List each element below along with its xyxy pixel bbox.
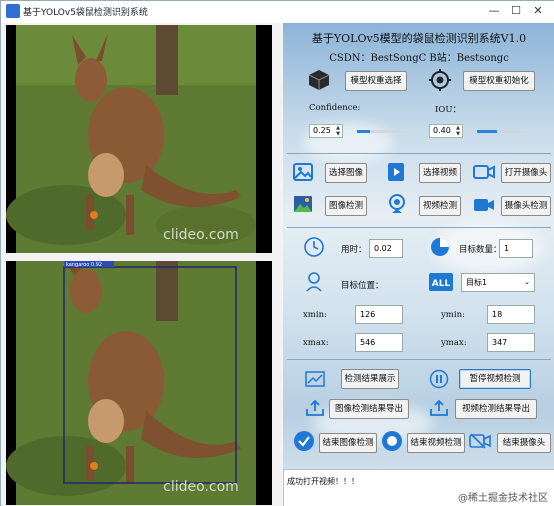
end-image-button[interactable]: 结束图像检测	[319, 433, 377, 453]
camera-detect-button[interactable]: 摄像头检测	[501, 196, 551, 216]
ymax-field[interactable]: 347	[487, 333, 535, 352]
confidence-label: Confidence:	[309, 103, 361, 113]
target-select[interactable]: 目标1 ⌄	[461, 273, 535, 292]
control-panel: 基于YOLOv5模型的袋鼠检测识别系统V1.0 CSDN：BestSongC B…	[283, 23, 554, 506]
pause-video-button[interactable]: 暂停视频检测	[459, 369, 531, 389]
position-label: 目标位置：	[341, 281, 384, 291]
window-title: 基于YOLOv5袋鼠检测识别系统	[23, 8, 148, 18]
system-title: 基于YOLOv5模型的袋鼠检测识别系统V1.0	[311, 32, 527, 45]
model-select-button[interactable]: 模型权重选择	[345, 71, 407, 91]
minimize-button[interactable]: —	[485, 4, 503, 18]
iou-slider-fill	[477, 130, 497, 133]
confidence-spinbox[interactable]: 0.25 ▲ ▼	[309, 124, 343, 138]
model-init-button[interactable]: 模型权重初始化	[463, 71, 535, 91]
kangaroo-detected-photo: kangaroo 0.92 clideo.com	[6, 261, 272, 505]
author-info: CSDN：BestSongC B站：Bestsongc	[329, 53, 509, 64]
pie-chart-icon	[431, 238, 449, 256]
webcam-icon	[389, 194, 405, 213]
confidence-slider[interactable]	[357, 130, 407, 133]
ymax-label: ymax:	[441, 338, 467, 348]
xmin-label: xmin:	[303, 310, 327, 320]
stop-circle-icon	[382, 431, 402, 451]
detection-tag: kangaroo 0.92	[66, 262, 102, 268]
image-detect-button[interactable]: 图像检测	[325, 196, 367, 216]
upload-icon	[306, 399, 324, 416]
status-message: 成功打开视频！！！	[287, 477, 359, 486]
image-panel: clideo.com kangaroo 0.92 clideo.com	[1, 23, 283, 506]
video-detect-button[interactable]: 视频检测	[419, 196, 461, 216]
select-video-button[interactable]: 选择视频	[419, 163, 461, 183]
site-watermark: @稀土掘金技术社区	[458, 493, 548, 504]
confidence-slider-fill	[357, 130, 370, 133]
line-chart-icon	[305, 371, 325, 387]
video-file-icon	[388, 163, 404, 181]
chevron-down-icon: ⌄	[524, 278, 530, 286]
xmax-label: xmax:	[303, 338, 329, 348]
export-video-button[interactable]: 视频检测结果导出	[455, 399, 537, 419]
image-icon	[293, 163, 313, 181]
camera-icon	[473, 165, 495, 179]
title-bar: 基于YOLOv5袋鼠检测识别系统 — ☐ ✕	[1, 1, 554, 23]
check-circle-icon	[294, 431, 314, 451]
divider	[287, 153, 551, 154]
count-label: 目标数量：	[459, 245, 502, 255]
end-video-button[interactable]: 结束视频检测	[407, 433, 465, 453]
end-camera-button[interactable]: 结束摄像头	[497, 433, 551, 453]
upload-icon	[430, 399, 448, 416]
iou-slider[interactable]	[477, 130, 527, 133]
show-results-button[interactable]: 检测结果展示	[341, 369, 399, 389]
iou-spinbox[interactable]: 0.40 ▲ ▼	[429, 124, 463, 138]
xmax-field[interactable]: 546	[355, 333, 403, 352]
maximize-button[interactable]: ☐	[507, 4, 525, 18]
landscape-icon	[294, 196, 312, 212]
cube-icon	[308, 70, 330, 90]
open-camera-button[interactable]: 打开摄像头	[501, 163, 551, 183]
watermark-text: clideo.com	[163, 227, 239, 243]
kangaroo-photo: clideo.com	[6, 25, 272, 253]
ymin-label: ymin:	[441, 310, 465, 320]
time-label: 用时：	[341, 245, 367, 255]
detected-image: kangaroo 0.92 clideo.com	[6, 261, 272, 505]
divider	[287, 227, 551, 228]
video-camera-icon	[474, 199, 494, 211]
select-image-button[interactable]: 选择图像	[325, 163, 367, 183]
app-window: 基于YOLOv5袋鼠检测识别系统 — ☐ ✕ clideo.com kangar…	[0, 0, 554, 506]
export-image-button[interactable]: 图像检测结果导出	[329, 399, 409, 419]
count-field[interactable]: 1	[499, 239, 533, 258]
iou-label: IOU：	[435, 105, 461, 115]
divider	[287, 359, 551, 360]
location-pin-icon	[306, 272, 322, 292]
xmin-field[interactable]: 126	[355, 305, 403, 324]
watermark-text: clideo.com	[163, 479, 239, 495]
clock-icon	[304, 237, 324, 257]
all-icon: ALL	[429, 273, 453, 291]
original-image: clideo.com	[6, 25, 272, 253]
svg-text:ALL: ALL	[432, 279, 451, 289]
app-icon	[6, 4, 20, 18]
close-button[interactable]: ✕	[529, 4, 547, 18]
ymin-field[interactable]: 18	[487, 305, 535, 324]
pause-icon	[429, 369, 449, 389]
time-field[interactable]: 0.02	[369, 239, 403, 258]
status-box: 成功打开视频！！！ @稀土掘金技术社区	[283, 469, 554, 506]
camera-off-icon	[469, 433, 491, 449]
target-icon	[429, 69, 451, 91]
